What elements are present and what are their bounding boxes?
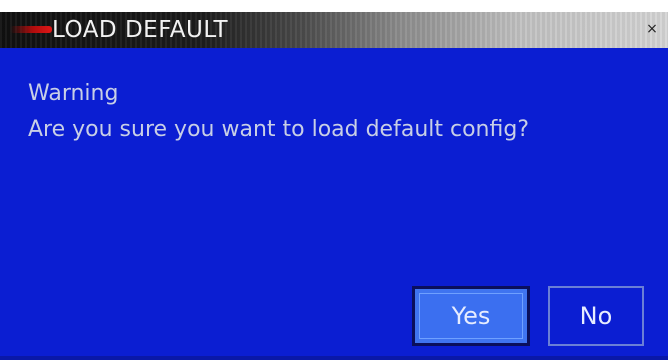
no-button[interactable]: No [548, 286, 644, 346]
close-icon[interactable]: × [644, 21, 660, 37]
dialog-bottom-edge [0, 356, 668, 360]
dialog-body: Warning Are you sure you want to load de… [0, 48, 668, 360]
yes-button-label: Yes [419, 293, 523, 339]
dialog-title: LOAD DEFAULT [52, 17, 229, 43]
yes-button[interactable]: Yes [412, 286, 530, 346]
dialog-titlebar[interactable]: LOAD DEFAULT × [0, 12, 668, 48]
confirmation-message: Are you sure you want to load default co… [28, 117, 529, 142]
load-default-dialog: LOAD DEFAULT × Warning Are you sure you … [0, 12, 668, 360]
title-accent-icon [10, 26, 52, 33]
warning-heading: Warning [28, 81, 119, 106]
